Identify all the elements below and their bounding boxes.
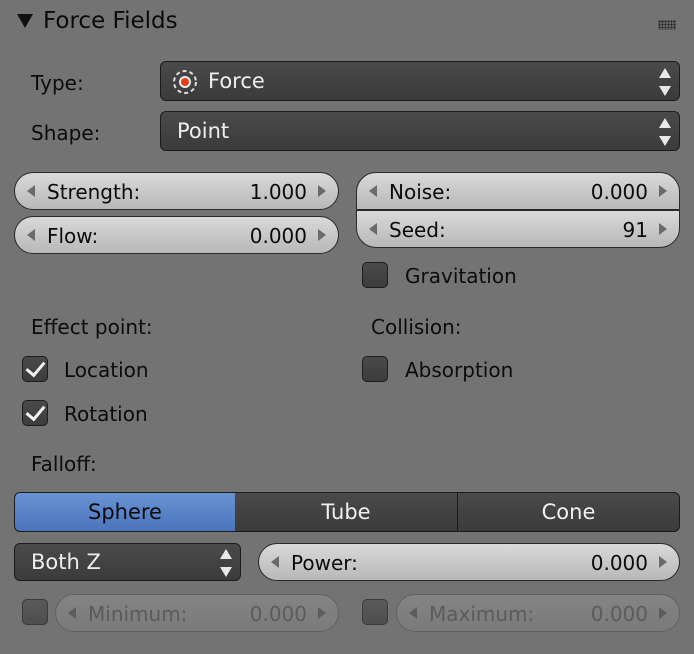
flow-field[interactable]: Flow: 0.000 [14, 216, 339, 254]
collision-heading: Collision: [371, 315, 462, 339]
falloff-tube-button[interactable]: Tube [235, 492, 458, 532]
strength-label: Strength: [47, 180, 141, 204]
noise-value: 0.000 [590, 180, 648, 204]
increment-arrow-icon[interactable] [659, 185, 667, 197]
falloff-axis-value: Both Z [31, 550, 101, 574]
seed-label: Seed: [389, 218, 446, 242]
maximum-field: Maximum: 0.000 [396, 594, 680, 632]
shape-value: Point [177, 119, 230, 143]
falloff-sphere-button[interactable]: Sphere [14, 492, 236, 532]
falloff-axis-dropdown[interactable]: Both Z [14, 543, 241, 581]
decrement-arrow-icon [68, 607, 76, 619]
shape-dropdown[interactable]: Point [160, 111, 680, 151]
falloff-heading: Falloff: [31, 452, 97, 476]
type-label: Type: [31, 71, 84, 95]
drag-grip-icon[interactable] [658, 20, 676, 30]
increment-arrow-icon[interactable] [318, 185, 326, 197]
decrement-arrow-icon[interactable] [27, 229, 35, 241]
use-maximum-checkbox[interactable] [362, 599, 388, 625]
falloff-cone-button[interactable]: Cone [457, 492, 680, 532]
use-minimum-checkbox[interactable] [22, 599, 48, 625]
force-field-icon [173, 70, 197, 94]
increment-arrow-icon[interactable] [659, 556, 667, 568]
decrement-arrow-icon [409, 607, 417, 619]
gravitation-label: Gravitation [405, 264, 517, 288]
increment-arrow-icon [318, 607, 326, 619]
decrement-arrow-icon[interactable] [369, 223, 377, 235]
panel-title: Force Fields [43, 8, 178, 34]
flow-value: 0.000 [249, 224, 307, 248]
minimum-value: 0.000 [249, 602, 307, 626]
minimum-label: Minimum: [88, 602, 188, 626]
seed-field[interactable]: Seed: 91 [356, 210, 680, 248]
maximum-label: Maximum: [429, 602, 535, 626]
gravitation-checkbox[interactable] [362, 262, 388, 288]
strength-field[interactable]: Strength: 1.000 [14, 172, 339, 210]
increment-arrow-icon[interactable] [659, 223, 667, 235]
increment-arrow-icon[interactable] [318, 229, 326, 241]
absorption-label: Absorption [405, 358, 514, 382]
panel-header[interactable]: Force Fields [0, 0, 694, 46]
seed-value: 91 [622, 218, 648, 242]
location-checkbox[interactable] [22, 356, 48, 382]
rotation-checkbox[interactable] [22, 400, 48, 426]
decrement-arrow-icon[interactable] [271, 556, 279, 568]
collapse-triangle-icon[interactable] [17, 14, 33, 28]
minimum-field: Minimum: 0.000 [55, 594, 339, 632]
noise-field[interactable]: Noise: 0.000 [356, 172, 680, 210]
strength-value: 1.000 [249, 180, 307, 204]
updown-arrows-icon [220, 549, 232, 577]
decrement-arrow-icon[interactable] [369, 185, 377, 197]
type-value: Force [208, 69, 265, 93]
updown-arrows-icon [659, 68, 671, 96]
increment-arrow-icon [659, 607, 667, 619]
power-field[interactable]: Power: 0.000 [258, 543, 680, 581]
maximum-value: 0.000 [590, 602, 648, 626]
effect-point-heading: Effect point: [31, 315, 153, 339]
power-value: 0.000 [590, 551, 648, 575]
decrement-arrow-icon[interactable] [27, 185, 35, 197]
updown-arrows-icon [659, 118, 671, 146]
rotation-label: Rotation [64, 402, 148, 426]
location-label: Location [64, 358, 149, 382]
flow-label: Flow: [47, 224, 99, 248]
absorption-checkbox[interactable] [362, 356, 388, 382]
type-dropdown[interactable]: Force [160, 61, 680, 101]
power-label: Power: [291, 551, 358, 575]
noise-label: Noise: [389, 180, 452, 204]
shape-label: Shape: [31, 121, 101, 145]
